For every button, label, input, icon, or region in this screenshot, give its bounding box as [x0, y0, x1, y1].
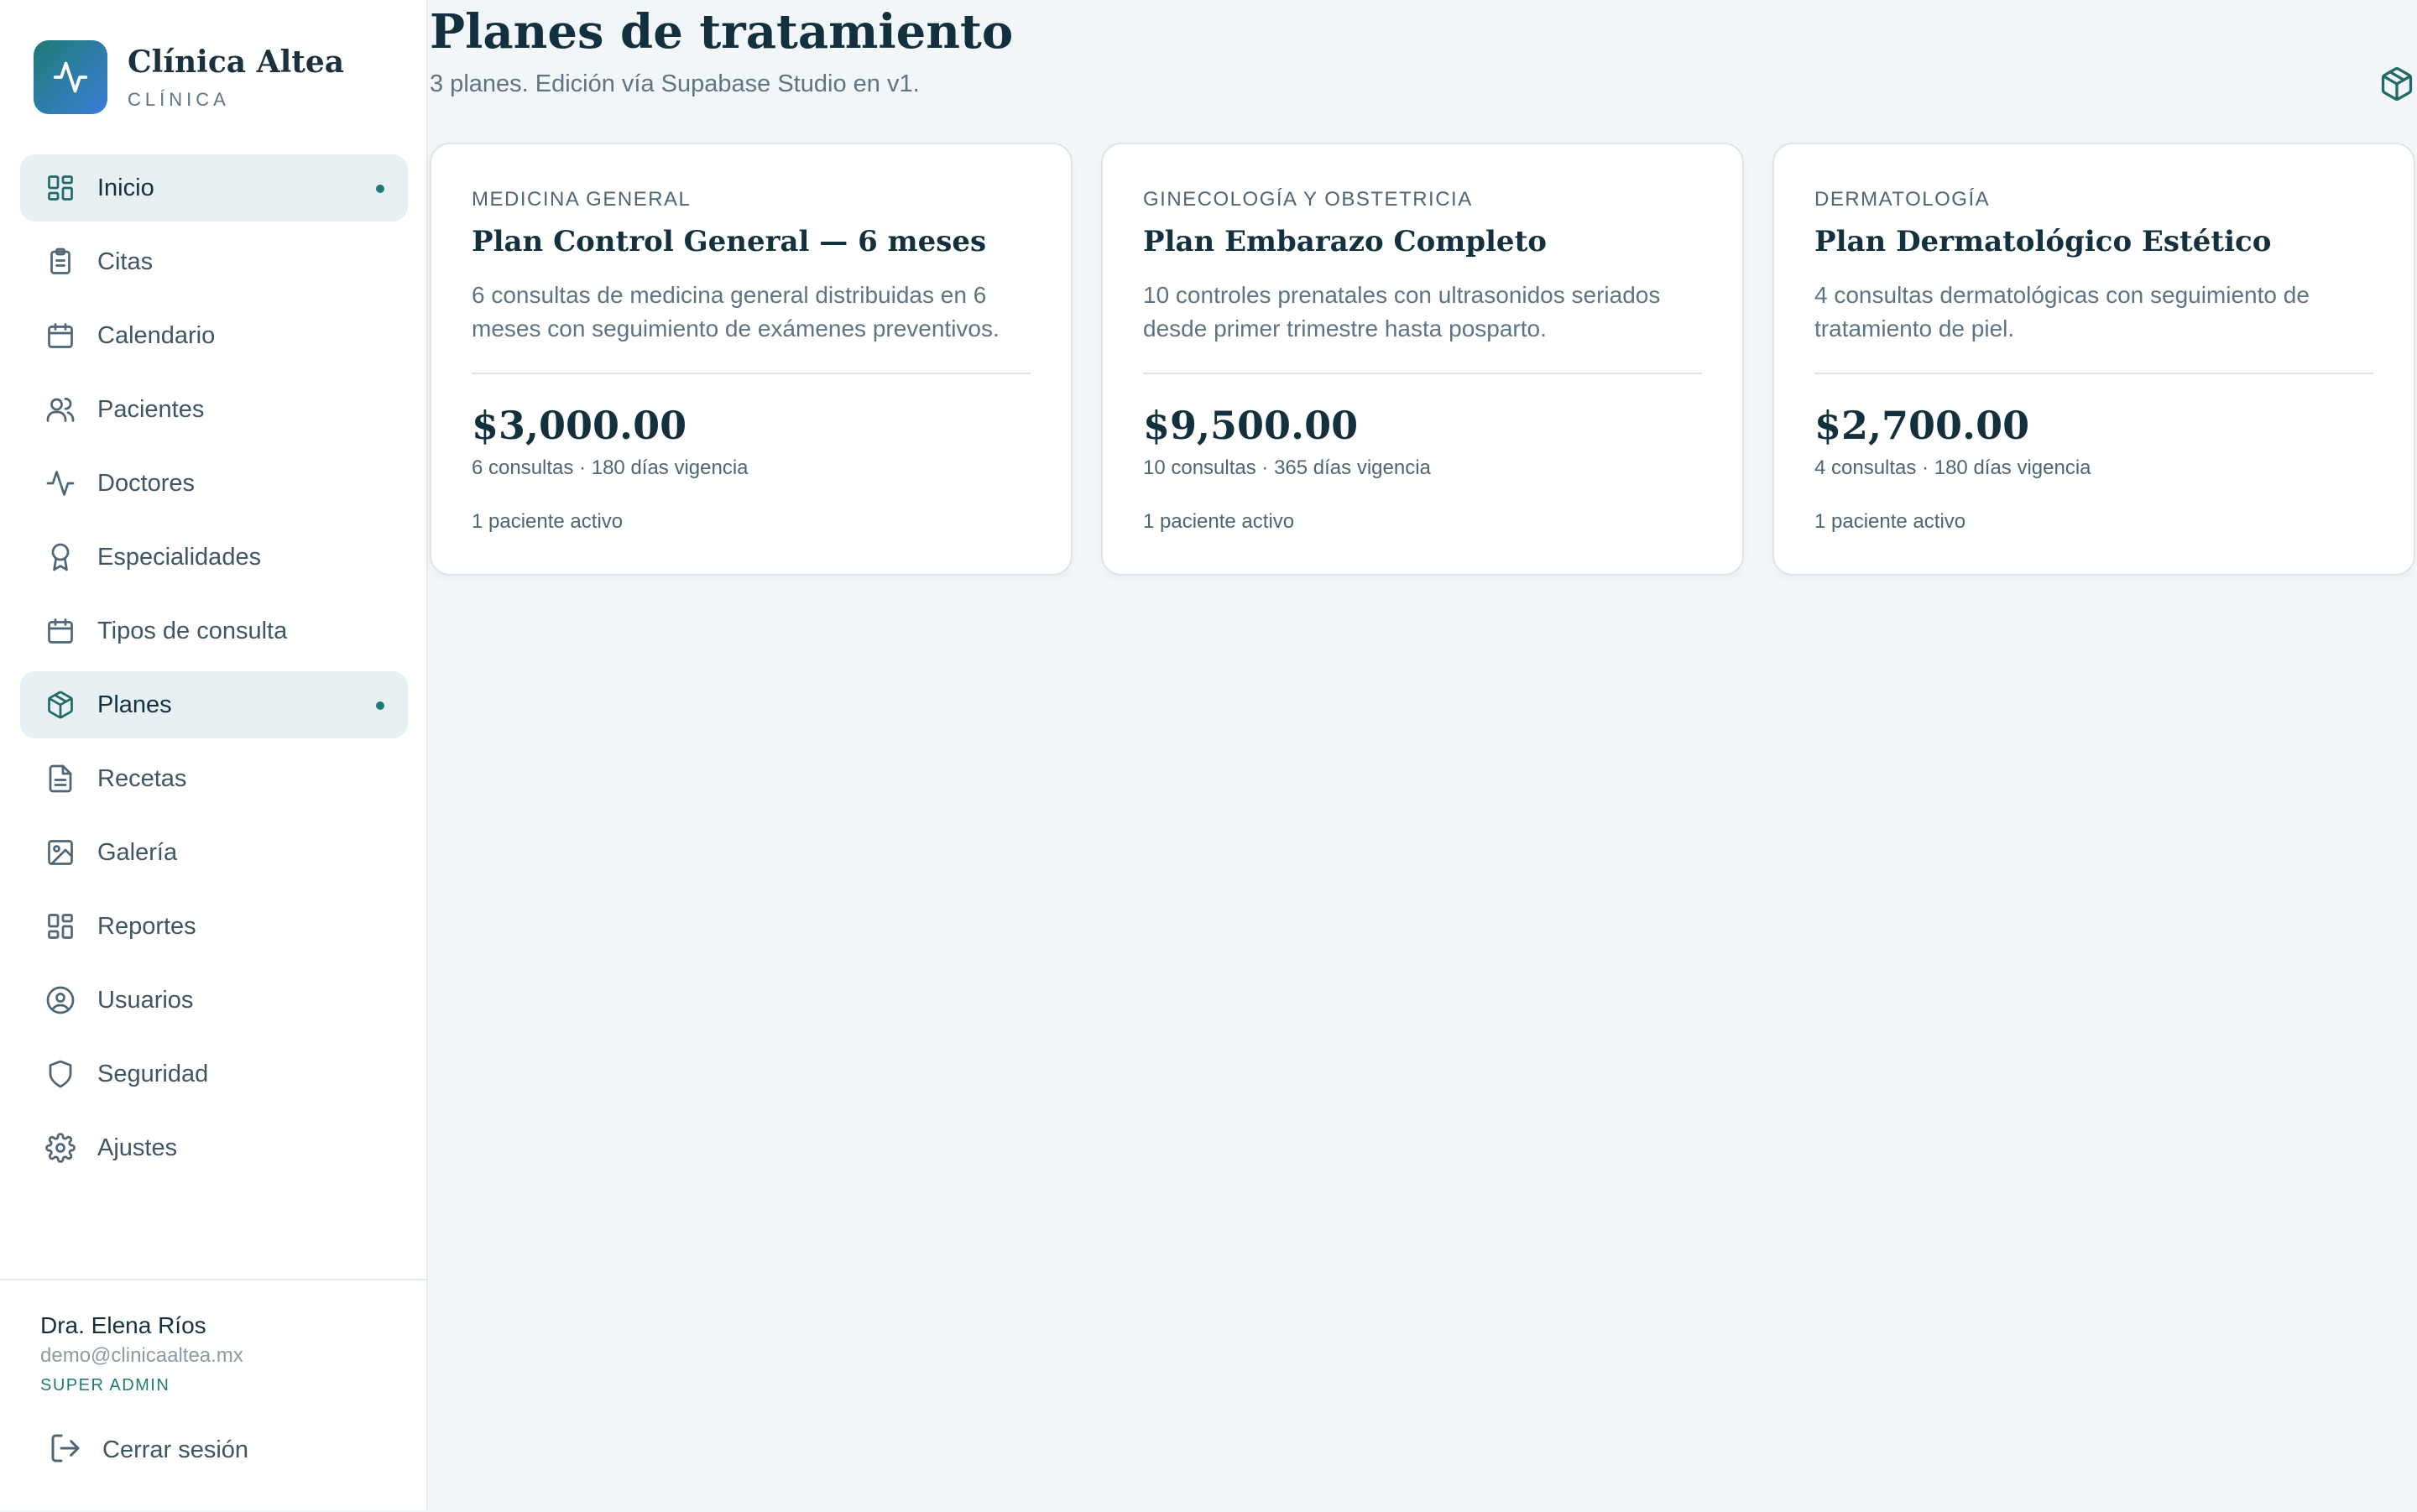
page-title: Planes de tratamiento [430, 4, 1014, 60]
brand[interactable]: Clínica Altea CLÍNICA [34, 40, 344, 114]
sidebar-item-recetas[interactable]: Recetas [20, 745, 408, 812]
sidebar-item-label: Ajustes [97, 1134, 178, 1161]
sidebar-item-pacientes[interactable]: Pacientes [20, 376, 408, 443]
plan-category: GINECOLOGÍA Y OBSTETRICIA [1143, 188, 1473, 211]
user-circle-icon [44, 983, 77, 1017]
active-dot [376, 701, 384, 710]
user-panel: Dra. Elena Ríos demo@clinicaaltea.mx SUP… [0, 1279, 426, 1512]
users-icon [44, 393, 77, 426]
plan-price: $3,000.00 [472, 403, 687, 448]
gear-icon [44, 1131, 77, 1165]
package-icon [2378, 65, 2415, 107]
grid-icon [44, 910, 77, 943]
sidebar-item-label: Citas [97, 248, 154, 275]
sidebar-item-ajustes[interactable]: Ajustes [20, 1114, 408, 1181]
user-email: demo@clinicaaltea.mx [40, 1344, 243, 1367]
brand-name: Clínica Altea [128, 44, 345, 80]
plan-meta: 6 consultas · 180 días vigencia [472, 456, 749, 479]
shield-icon [44, 1057, 77, 1091]
sidebar-item-label: Recetas [97, 764, 187, 792]
sidebar-item-usuarios[interactable]: Usuarios [20, 967, 408, 1034]
user-role-badge: SUPER ADMIN [40, 1376, 170, 1395]
activity-icon [44, 467, 77, 500]
plan-title: Plan Control General — 6 meses [472, 225, 987, 258]
plan-card[interactable]: DERMATOLOGÍA Plan Dermatológico Estético… [1772, 143, 2415, 576]
plan-active-patients: 1 paciente activo [1143, 510, 1295, 533]
plan-description: 6 consultas de medicina general distribu… [472, 282, 1000, 342]
divider [472, 373, 1031, 374]
divider [1814, 373, 2373, 374]
user-name: Dra. Elena Ríos [40, 1312, 206, 1338]
sidebar: Clínica Altea CLÍNICA Inicio Citas Calen… [0, 0, 428, 1510]
grid-icon [44, 171, 77, 205]
sidebar-item-doctores[interactable]: Doctores [20, 450, 408, 517]
active-dot [376, 185, 384, 193]
sidebar-item-label: Especialidades [97, 543, 262, 571]
clipboard-icon [44, 245, 77, 279]
sidebar-nav: Inicio Citas Calendario Pacientes Doctor… [20, 154, 408, 1188]
sidebar-item-tipos-de-consulta[interactable]: Tipos de consulta [20, 597, 408, 665]
activity-logo-icon [34, 40, 107, 114]
plan-active-patients: 1 paciente activo [472, 510, 624, 533]
logout-button[interactable]: Cerrar sesión [49, 1431, 248, 1469]
plan-description: 4 consultas dermatológicas con seguimien… [1814, 282, 2310, 342]
sidebar-item-label: Seguridad [97, 1060, 209, 1087]
plan-meta: 4 consultas · 180 días vigencia [1814, 456, 2091, 479]
divider [1143, 373, 1702, 374]
plan-active-patients: 1 paciente activo [1814, 510, 1966, 533]
logout-icon [49, 1431, 82, 1469]
sidebar-item-label: Calendario [97, 321, 216, 349]
sidebar-item-reportes[interactable]: Reportes [20, 893, 408, 960]
sidebar-item-label: Planes [97, 691, 172, 718]
plan-title: Plan Dermatológico Estético [1814, 225, 2272, 258]
sidebar-item-label: Tipos de consulta [97, 617, 288, 644]
calendar-icon [44, 319, 77, 352]
sidebar-item-especialidades[interactable]: Especialidades [20, 524, 408, 591]
plan-category: DERMATOLOGÍA [1814, 188, 1991, 211]
sidebar-item-citas[interactable]: Citas [20, 228, 408, 295]
sidebar-item-planes[interactable]: Planes [20, 671, 408, 738]
plan-title: Plan Embarazo Completo [1143, 225, 1547, 258]
sidebar-item-label: Pacientes [97, 395, 205, 423]
page-subtitle: 3 planes. Edición vía Supabase Studio en… [430, 70, 920, 97]
plan-card[interactable]: GINECOLOGÍA Y OBSTETRICIA Plan Embarazo … [1101, 143, 1744, 576]
plan-price: $9,500.00 [1143, 403, 1359, 448]
logout-label: Cerrar sesión [102, 1436, 249, 1463]
sidebar-item-calendario[interactable]: Calendario [20, 302, 408, 369]
award-icon [44, 540, 77, 574]
sidebar-item-seguridad[interactable]: Seguridad [20, 1040, 408, 1108]
sidebar-item-label: Doctores [97, 469, 196, 497]
plan-category: MEDICINA GENERAL [472, 188, 692, 211]
brand-subtitle: CLÍNICA [128, 89, 230, 110]
sidebar-item-inicio[interactable]: Inicio [20, 154, 408, 222]
plan-price: $2,700.00 [1814, 403, 2030, 448]
sidebar-item-label: Reportes [97, 912, 196, 940]
package-icon [44, 688, 77, 722]
sidebar-item-galeria[interactable]: Galería [20, 819, 408, 886]
sidebar-item-label: Inicio [97, 174, 154, 201]
plan-meta: 10 consultas · 365 días vigencia [1143, 456, 1431, 479]
file-text-icon [44, 762, 77, 795]
plan-card[interactable]: MEDICINA GENERAL Plan Control General — … [430, 143, 1073, 576]
sidebar-item-label: Usuarios [97, 986, 194, 1014]
plan-description: 10 controles prenatales con ultrasonidos… [1143, 282, 1661, 342]
image-icon [44, 836, 77, 869]
calendar-icon [44, 614, 77, 648]
sidebar-item-label: Galería [97, 838, 178, 866]
